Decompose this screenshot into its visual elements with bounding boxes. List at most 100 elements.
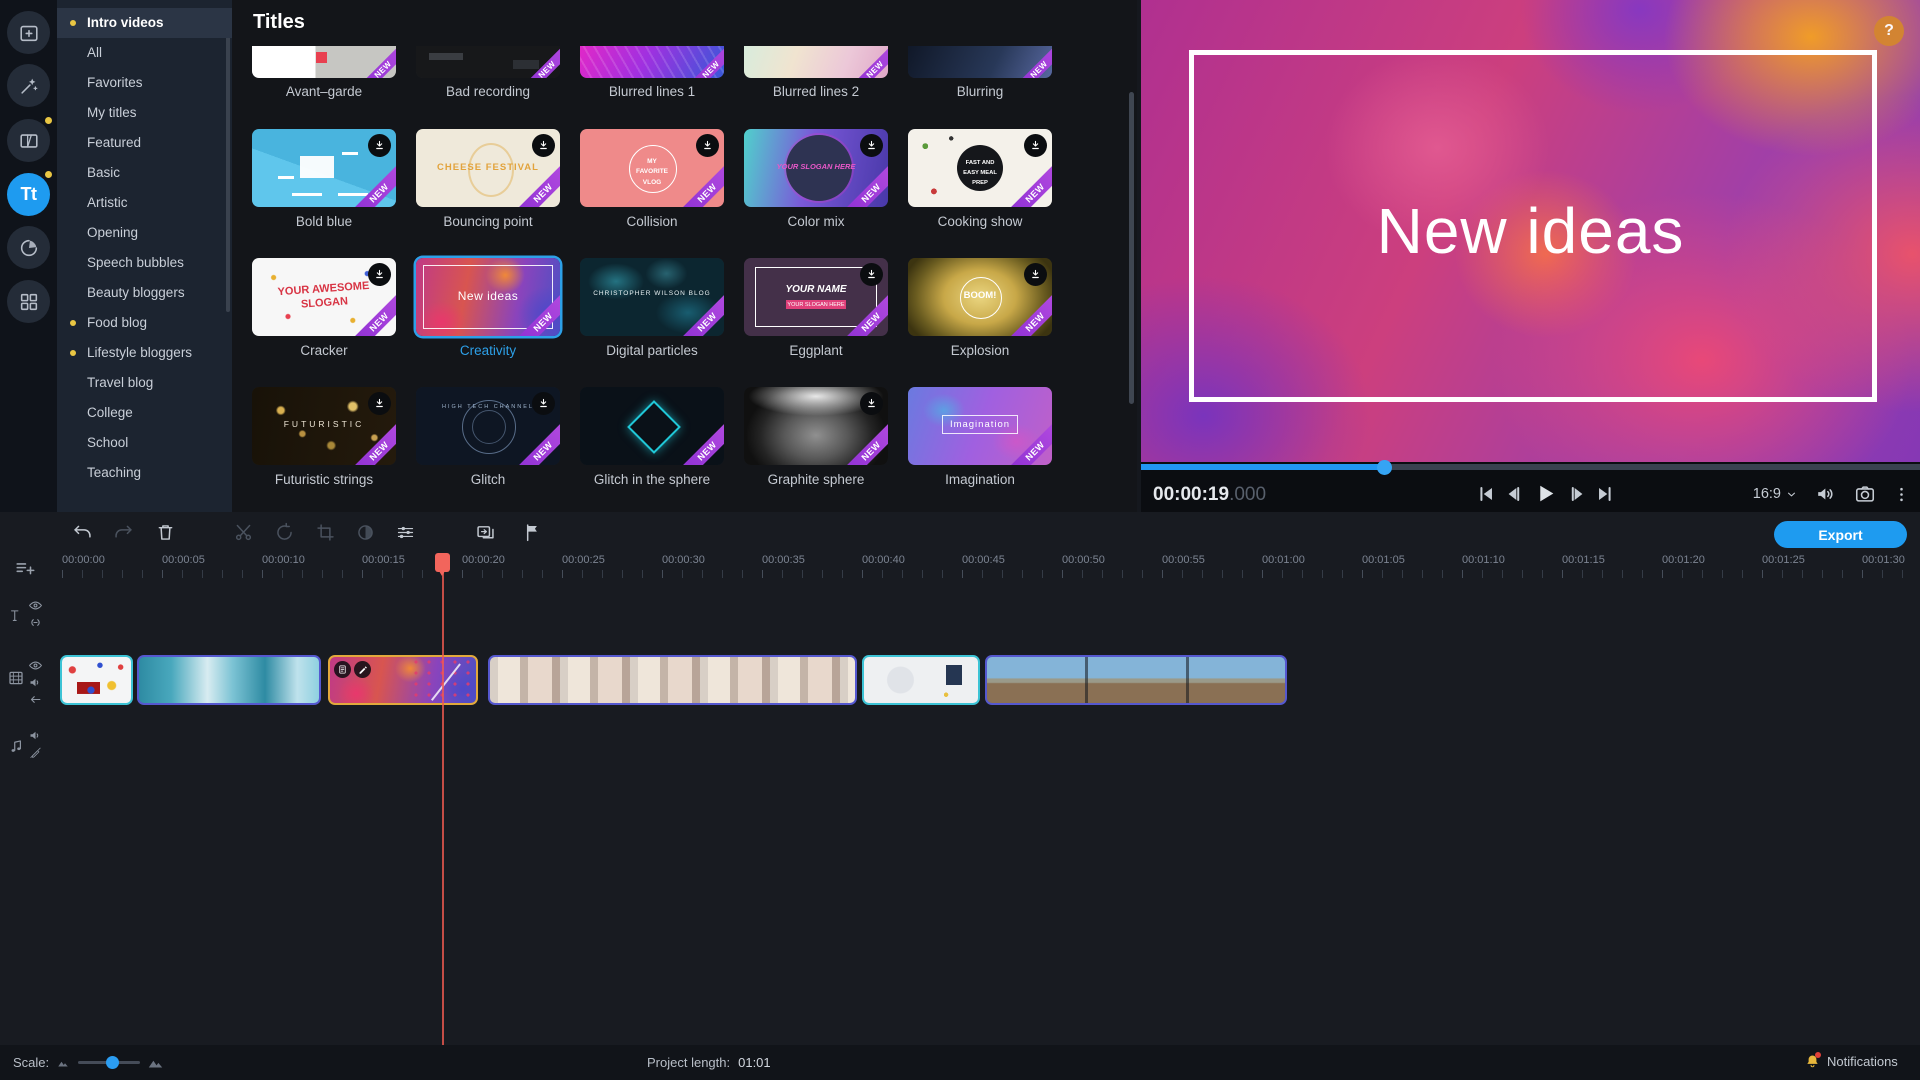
sidebar-item-teaching[interactable]: Teaching bbox=[57, 458, 232, 488]
sidebar-item-label: All bbox=[87, 45, 102, 60]
seek-knob[interactable] bbox=[1377, 460, 1392, 475]
frame-forward-button[interactable] bbox=[1565, 483, 1587, 505]
template-label: Blurred lines 2 bbox=[734, 84, 898, 99]
title-track-visibility-toggle[interactable] bbox=[28, 598, 43, 613]
zoom-out-mountain-icon[interactable] bbox=[56, 1057, 70, 1069]
export-button[interactable]: Export bbox=[1774, 521, 1907, 548]
title-template-futuristic-strings[interactable]: FUTURISTICNEW bbox=[252, 387, 396, 465]
properties-button[interactable] bbox=[395, 522, 416, 543]
title-template-bouncing-point[interactable]: CHEESE FESTIVALNEW bbox=[416, 129, 560, 207]
sidebar-item-label: Travel blog bbox=[87, 375, 153, 390]
ocean-video-clip[interactable] bbox=[137, 655, 321, 705]
download-icon bbox=[1024, 134, 1047, 157]
sidebar-item-speech-bubbles[interactable]: Speech bubbles bbox=[57, 248, 232, 278]
video-track-icon bbox=[7, 669, 25, 687]
sidebar-item-travel-blog[interactable]: Travel blog bbox=[57, 368, 232, 398]
rail-item-import[interactable] bbox=[7, 11, 50, 54]
snapshot-button[interactable] bbox=[1854, 483, 1876, 505]
sidebar-item-featured[interactable]: Featured bbox=[57, 128, 232, 158]
template-preview-text: BOOM! bbox=[908, 290, 1052, 301]
title-template-blurring[interactable]: NEW bbox=[908, 46, 1052, 78]
title-track-link-toggle[interactable] bbox=[28, 615, 43, 630]
title-template-explosion[interactable]: BOOM!NEW bbox=[908, 258, 1052, 336]
notifications-button[interactable]: Notifications bbox=[1804, 1053, 1898, 1070]
sidebar-item-intro-videos[interactable]: Intro videos bbox=[57, 8, 232, 38]
rail-item-filters[interactable] bbox=[7, 64, 50, 107]
title-template-eggplant[interactable]: YOUR NAMEYOUR SLOGAN HERENEW bbox=[744, 258, 888, 336]
timeline-ruler[interactable]: 00:00:0000:00:0500:00:1000:00:1500:00:20… bbox=[0, 552, 1920, 580]
creativity-title-clip[interactable] bbox=[328, 655, 478, 705]
undo-button[interactable] bbox=[72, 522, 93, 543]
sidebar-item-artistic[interactable]: Artistic bbox=[57, 188, 232, 218]
title-template-collision[interactable]: MY FAVORITE VLOGNEW bbox=[580, 129, 724, 207]
aspect-ratio-select[interactable]: 16:9 bbox=[1753, 486, 1798, 502]
zoom-in-mountain-icon[interactable] bbox=[146, 1054, 165, 1071]
ruler-timestamp: 00:00:10 bbox=[262, 554, 305, 566]
ruler-timestamp: 00:00:30 bbox=[662, 554, 705, 566]
skip-start-button[interactable] bbox=[1475, 483, 1497, 505]
title-template-glitch[interactable]: HIGH TECH CHANNELNEW bbox=[416, 387, 560, 465]
title-template-cracker[interactable]: YOUR AWESOME SLOGANNEW bbox=[252, 258, 396, 336]
help-button[interactable]: ? bbox=[1874, 16, 1904, 46]
title-template-bad-recording[interactable]: NEW bbox=[416, 46, 560, 78]
rail-item-titles[interactable]: Tt bbox=[7, 173, 50, 216]
rail-item-more-tools[interactable] bbox=[7, 280, 50, 323]
sidebar-item-beauty-bloggers[interactable]: Beauty bloggers bbox=[57, 278, 232, 308]
download-icon bbox=[1024, 263, 1047, 286]
rail-item-stickers[interactable] bbox=[7, 226, 50, 269]
volume-button[interactable] bbox=[1815, 483, 1837, 505]
title-template-cooking-show[interactable]: FAST AND EASY MEAL PREPNEW bbox=[908, 129, 1052, 207]
sidebar-item-school[interactable]: School bbox=[57, 428, 232, 458]
title-template-bold-blue[interactable]: NEW bbox=[252, 129, 396, 207]
seek-progress bbox=[1141, 464, 1384, 470]
video-track-mute-toggle[interactable] bbox=[28, 675, 43, 690]
sidebar-item-all[interactable]: All bbox=[57, 38, 232, 68]
scale-slider-knob[interactable] bbox=[106, 1056, 119, 1069]
add-track-button[interactable] bbox=[14, 558, 36, 580]
title-template-glitch-in-sphere[interactable]: NEW bbox=[580, 387, 724, 465]
mountain-video-clip[interactable] bbox=[985, 655, 1287, 705]
title-template-graphite-sphere[interactable]: NEW bbox=[744, 387, 888, 465]
audio-track-edit-toggle[interactable] bbox=[28, 745, 43, 760]
play-button[interactable] bbox=[1533, 481, 1558, 506]
city-video-clip[interactable] bbox=[488, 655, 857, 705]
frame-back-button[interactable] bbox=[1504, 483, 1526, 505]
titles-scrollbar[interactable] bbox=[1129, 92, 1134, 404]
title-template-color-mix[interactable]: YOUR SLOGAN HERENEW bbox=[744, 129, 888, 207]
sticker-clip[interactable] bbox=[862, 655, 980, 705]
seek-bar[interactable] bbox=[1141, 464, 1920, 470]
sidebar-item-college[interactable]: College bbox=[57, 398, 232, 428]
title-track-icon bbox=[8, 607, 25, 624]
template-label: Creativity bbox=[406, 343, 570, 358]
template-label: Blurring bbox=[898, 84, 1062, 99]
timeline: Export 00:00:0000:00:0500:00:1000:00:150… bbox=[0, 512, 1920, 1045]
title-template-creativity[interactable]: New ideasNEW bbox=[416, 258, 560, 336]
sidebar-item-favorites[interactable]: Favorites bbox=[57, 68, 232, 98]
sidebar-item-my-titles[interactable]: My titles bbox=[57, 98, 232, 128]
confetti-title-clip[interactable] bbox=[60, 655, 133, 705]
more-options-button[interactable] bbox=[1893, 486, 1910, 503]
sidebar-item-opening[interactable]: Opening bbox=[57, 218, 232, 248]
template-label: Imagination bbox=[898, 472, 1062, 487]
title-template-avant-garde[interactable]: NEW bbox=[252, 46, 396, 78]
rail-item-transitions[interactable] bbox=[7, 119, 50, 162]
video-track-arrow-toggle[interactable] bbox=[28, 692, 43, 707]
scale-label: Scale: bbox=[13, 1055, 49, 1070]
overlay-button[interactable] bbox=[475, 522, 496, 543]
audio-track-mute-toggle[interactable] bbox=[28, 728, 43, 743]
preview-title-text: New ideas bbox=[1141, 194, 1920, 268]
sidebar-item-basic[interactable]: Basic bbox=[57, 158, 232, 188]
template-label: Avant–garde bbox=[242, 84, 406, 99]
title-template-blurred-lines-2[interactable]: NEW bbox=[744, 46, 888, 78]
skip-end-button[interactable] bbox=[1594, 483, 1616, 505]
title-template-imagination[interactable]: ImaginationNEW bbox=[908, 387, 1052, 465]
sidebar-item-food-blog[interactable]: Food blog bbox=[57, 308, 232, 338]
video-track-visibility-toggle[interactable] bbox=[28, 658, 43, 673]
title-template-digital-particles[interactable]: CHRISTOPHER WILSON BLOGNEW bbox=[580, 258, 724, 336]
sidebar-item-lifestyle-bloggers[interactable]: Lifestyle bloggers bbox=[57, 338, 232, 368]
marker-button[interactable] bbox=[522, 522, 543, 543]
template-label: Bouncing point bbox=[406, 214, 570, 229]
title-template-blurred-lines-1[interactable]: NEW bbox=[580, 46, 724, 78]
playhead-handle[interactable] bbox=[435, 553, 450, 572]
delete-button[interactable] bbox=[155, 522, 176, 543]
